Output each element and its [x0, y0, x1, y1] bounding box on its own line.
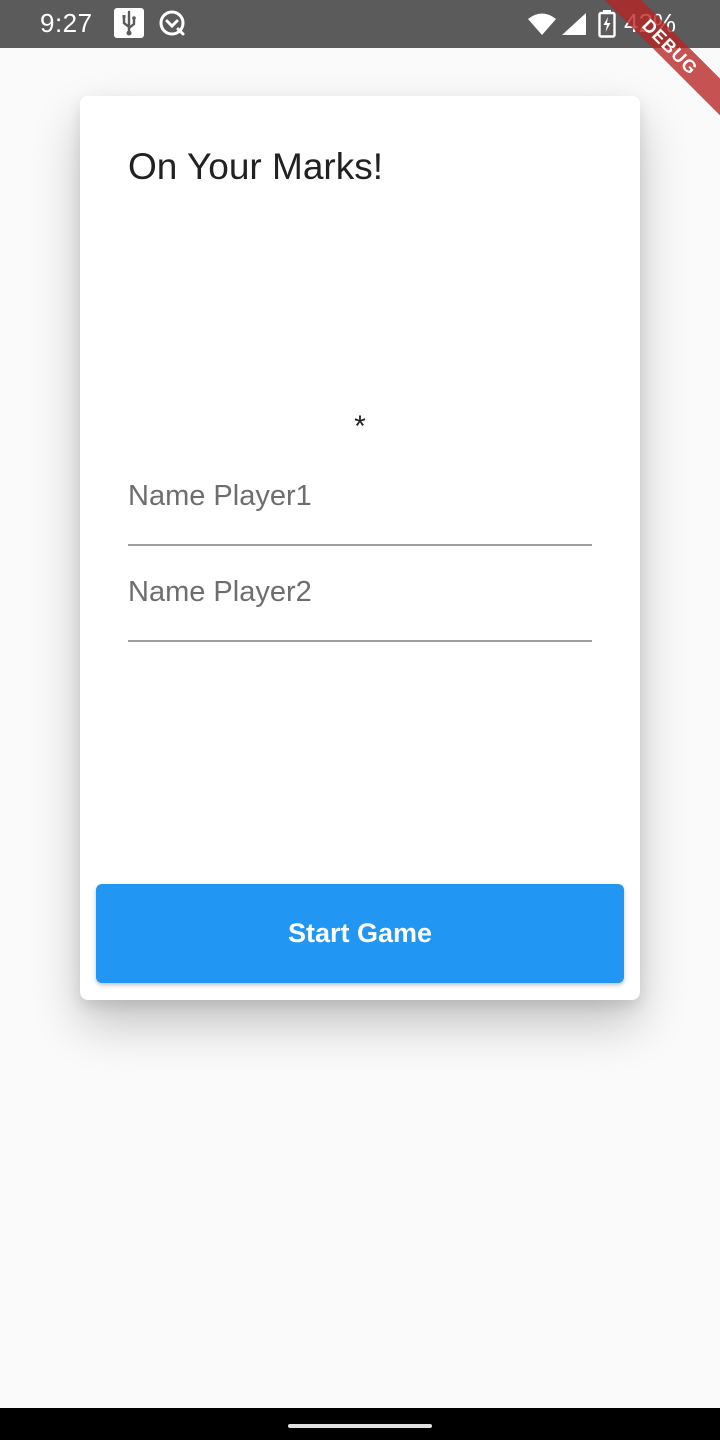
- home-indicator[interactable]: [288, 1424, 432, 1428]
- battery-charging-icon: [598, 10, 616, 38]
- asterisk-marker: *: [354, 410, 366, 443]
- wifi-icon: [527, 12, 557, 36]
- usb-icon: [114, 8, 144, 38]
- player1-name-input[interactable]: [128, 474, 592, 518]
- setup-card: On Your Marks! * Start Game: [80, 96, 640, 1000]
- player2-field: [128, 570, 592, 642]
- start-game-button[interactable]: Start Game: [96, 884, 624, 983]
- signal-icon: [561, 12, 587, 36]
- navigation-bar: [0, 1408, 720, 1440]
- status-time: 9:27: [40, 8, 93, 38]
- player1-field: [128, 474, 592, 546]
- card-title: On Your Marks!: [128, 146, 384, 187]
- player2-name-input[interactable]: [128, 570, 592, 614]
- sync-icon: [158, 9, 186, 37]
- app-screen: 9:27 DEBUG On Your Marks! * Name Player1…: [0, 0, 720, 1440]
